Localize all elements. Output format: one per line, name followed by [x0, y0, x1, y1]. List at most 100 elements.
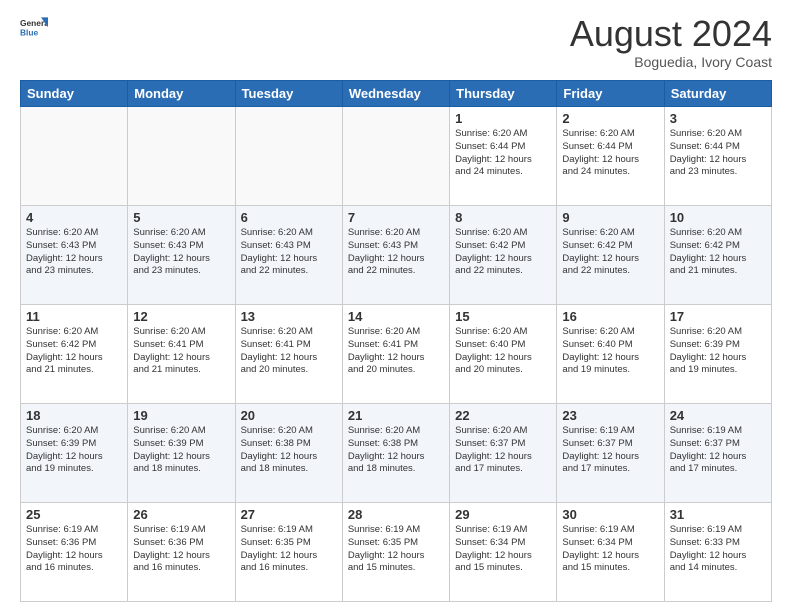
- day-number: 12: [133, 309, 229, 324]
- day-info: Sunrise: 6:19 AM Sunset: 6:36 PM Dayligh…: [26, 524, 122, 575]
- day-number: 24: [670, 408, 766, 423]
- day-info: Sunrise: 6:20 AM Sunset: 6:43 PM Dayligh…: [348, 227, 444, 278]
- calendar-cell: 4 Sunrise: 6:20 AM Sunset: 6:43 PM Daylig…: [21, 206, 128, 305]
- day-number: 25: [26, 507, 122, 522]
- page: General Blue August 2024 Boguedia, Ivory…: [0, 0, 792, 612]
- day-number: 15: [455, 309, 551, 324]
- calendar-cell: 24 Sunrise: 6:19 AM Sunset: 6:37 PM Dayli…: [664, 404, 771, 503]
- calendar-week-row: 18 Sunrise: 6:20 AM Sunset: 6:39 PM Dayli…: [21, 404, 772, 503]
- logo-icon: General Blue: [20, 16, 48, 44]
- calendar-cell: 15 Sunrise: 6:20 AM Sunset: 6:40 PM Dayli…: [450, 305, 557, 404]
- calendar-cell: 27 Sunrise: 6:19 AM Sunset: 6:35 PM Dayli…: [235, 503, 342, 602]
- day-info: Sunrise: 6:20 AM Sunset: 6:44 PM Dayligh…: [670, 128, 766, 179]
- day-info: Sunrise: 6:20 AM Sunset: 6:40 PM Dayligh…: [455, 326, 551, 377]
- day-number: 8: [455, 210, 551, 225]
- calendar-header-row: SundayMondayTuesdayWednesdayThursdayFrid…: [21, 81, 772, 107]
- day-number: 27: [241, 507, 337, 522]
- day-number: 18: [26, 408, 122, 423]
- calendar-cell: 29 Sunrise: 6:19 AM Sunset: 6:34 PM Dayli…: [450, 503, 557, 602]
- day-number: 11: [26, 309, 122, 324]
- day-info: Sunrise: 6:20 AM Sunset: 6:42 PM Dayligh…: [455, 227, 551, 278]
- calendar-cell: 28 Sunrise: 6:19 AM Sunset: 6:35 PM Dayli…: [342, 503, 449, 602]
- day-number: 9: [562, 210, 658, 225]
- day-number: 19: [133, 408, 229, 423]
- calendar-cell: 1Sunrise: 6:20 AM Sunset: 6:44 PM Daylig…: [450, 107, 557, 206]
- calendar-cell: 20 Sunrise: 6:20 AM Sunset: 6:38 PM Dayli…: [235, 404, 342, 503]
- calendar-cell: 12 Sunrise: 6:20 AM Sunset: 6:41 PM Dayli…: [128, 305, 235, 404]
- calendar-cell: [235, 107, 342, 206]
- day-info: Sunrise: 6:20 AM Sunset: 6:43 PM Dayligh…: [133, 227, 229, 278]
- calendar-cell: 5Sunrise: 6:20 AM Sunset: 6:43 PM Daylig…: [128, 206, 235, 305]
- calendar-day-header: Monday: [128, 81, 235, 107]
- calendar-week-row: 11 Sunrise: 6:20 AM Sunset: 6:42 PM Dayli…: [21, 305, 772, 404]
- day-info: Sunrise: 6:20 AM Sunset: 6:44 PM Dayligh…: [455, 128, 551, 179]
- location: Boguedia, Ivory Coast: [570, 54, 772, 70]
- day-number: 6: [241, 210, 337, 225]
- day-number: 29: [455, 507, 551, 522]
- calendar-week-row: 1Sunrise: 6:20 AM Sunset: 6:44 PM Daylig…: [21, 107, 772, 206]
- calendar-cell: 14Sunrise: 6:20 AM Sunset: 6:41 PM Dayli…: [342, 305, 449, 404]
- day-info: Sunrise: 6:19 AM Sunset: 6:36 PM Dayligh…: [133, 524, 229, 575]
- calendar-cell: 21Sunrise: 6:20 AM Sunset: 6:38 PM Dayli…: [342, 404, 449, 503]
- day-info: Sunrise: 6:19 AM Sunset: 6:34 PM Dayligh…: [455, 524, 551, 575]
- day-info: Sunrise: 6:20 AM Sunset: 6:38 PM Dayligh…: [241, 425, 337, 476]
- day-info: Sunrise: 6:20 AM Sunset: 6:39 PM Dayligh…: [133, 425, 229, 476]
- day-number: 17: [670, 309, 766, 324]
- day-number: 23: [562, 408, 658, 423]
- day-info: Sunrise: 6:19 AM Sunset: 6:37 PM Dayligh…: [562, 425, 658, 476]
- day-number: 20: [241, 408, 337, 423]
- calendar-cell: [128, 107, 235, 206]
- calendar-cell: 18 Sunrise: 6:20 AM Sunset: 6:39 PM Dayli…: [21, 404, 128, 503]
- day-number: 26: [133, 507, 229, 522]
- day-info: Sunrise: 6:19 AM Sunset: 6:33 PM Dayligh…: [670, 524, 766, 575]
- day-info: Sunrise: 6:20 AM Sunset: 6:41 PM Dayligh…: [133, 326, 229, 377]
- day-number: 14: [348, 309, 444, 324]
- calendar-table: SundayMondayTuesdayWednesdayThursdayFrid…: [20, 80, 772, 602]
- calendar-day-header: Wednesday: [342, 81, 449, 107]
- header: General Blue August 2024 Boguedia, Ivory…: [20, 16, 772, 70]
- day-number: 3: [670, 111, 766, 126]
- day-info: Sunrise: 6:19 AM Sunset: 6:35 PM Dayligh…: [348, 524, 444, 575]
- svg-text:Blue: Blue: [20, 28, 38, 38]
- calendar-cell: 9Sunrise: 6:20 AM Sunset: 6:42 PM Daylig…: [557, 206, 664, 305]
- calendar-day-header: Friday: [557, 81, 664, 107]
- calendar-cell: 2 Sunrise: 6:20 AM Sunset: 6:44 PM Daylig…: [557, 107, 664, 206]
- day-info: Sunrise: 6:20 AM Sunset: 6:40 PM Dayligh…: [562, 326, 658, 377]
- calendar-week-row: 25 Sunrise: 6:19 AM Sunset: 6:36 PM Dayli…: [21, 503, 772, 602]
- day-info: Sunrise: 6:20 AM Sunset: 6:42 PM Dayligh…: [26, 326, 122, 377]
- calendar-cell: 17 Sunrise: 6:20 AM Sunset: 6:39 PM Dayli…: [664, 305, 771, 404]
- calendar-cell: 13Sunrise: 6:20 AM Sunset: 6:41 PM Dayli…: [235, 305, 342, 404]
- day-number: 22: [455, 408, 551, 423]
- day-info: Sunrise: 6:19 AM Sunset: 6:35 PM Dayligh…: [241, 524, 337, 575]
- calendar-cell: 30 Sunrise: 6:19 AM Sunset: 6:34 PM Dayli…: [557, 503, 664, 602]
- calendar-cell: 26 Sunrise: 6:19 AM Sunset: 6:36 PM Dayli…: [128, 503, 235, 602]
- day-number: 16: [562, 309, 658, 324]
- calendar-cell: 10Sunrise: 6:20 AM Sunset: 6:42 PM Dayli…: [664, 206, 771, 305]
- calendar-cell: 31Sunrise: 6:19 AM Sunset: 6:33 PM Dayli…: [664, 503, 771, 602]
- calendar-cell: 7 Sunrise: 6:20 AM Sunset: 6:43 PM Daylig…: [342, 206, 449, 305]
- day-info: Sunrise: 6:20 AM Sunset: 6:43 PM Dayligh…: [241, 227, 337, 278]
- calendar-day-header: Thursday: [450, 81, 557, 107]
- day-number: 7: [348, 210, 444, 225]
- calendar-cell: 11 Sunrise: 6:20 AM Sunset: 6:42 PM Dayli…: [21, 305, 128, 404]
- day-number: 2: [562, 111, 658, 126]
- title-area: August 2024 Boguedia, Ivory Coast: [570, 16, 772, 70]
- month-title: August 2024: [570, 16, 772, 52]
- day-info: Sunrise: 6:20 AM Sunset: 6:42 PM Dayligh…: [670, 227, 766, 278]
- calendar-cell: [342, 107, 449, 206]
- calendar-cell: 23 Sunrise: 6:19 AM Sunset: 6:37 PM Dayli…: [557, 404, 664, 503]
- day-info: Sunrise: 6:20 AM Sunset: 6:39 PM Dayligh…: [26, 425, 122, 476]
- day-info: Sunrise: 6:20 AM Sunset: 6:43 PM Dayligh…: [26, 227, 122, 278]
- day-info: Sunrise: 6:19 AM Sunset: 6:37 PM Dayligh…: [670, 425, 766, 476]
- calendar-cell: 3 Sunrise: 6:20 AM Sunset: 6:44 PM Daylig…: [664, 107, 771, 206]
- calendar-week-row: 4 Sunrise: 6:20 AM Sunset: 6:43 PM Daylig…: [21, 206, 772, 305]
- day-number: 4: [26, 210, 122, 225]
- day-number: 28: [348, 507, 444, 522]
- day-number: 30: [562, 507, 658, 522]
- day-info: Sunrise: 6:20 AM Sunset: 6:44 PM Dayligh…: [562, 128, 658, 179]
- day-info: Sunrise: 6:20 AM Sunset: 6:39 PM Dayligh…: [670, 326, 766, 377]
- calendar-cell: 22Sunrise: 6:20 AM Sunset: 6:37 PM Dayli…: [450, 404, 557, 503]
- calendar-day-header: Saturday: [664, 81, 771, 107]
- logo: General Blue: [20, 16, 48, 44]
- day-info: Sunrise: 6:19 AM Sunset: 6:34 PM Dayligh…: [562, 524, 658, 575]
